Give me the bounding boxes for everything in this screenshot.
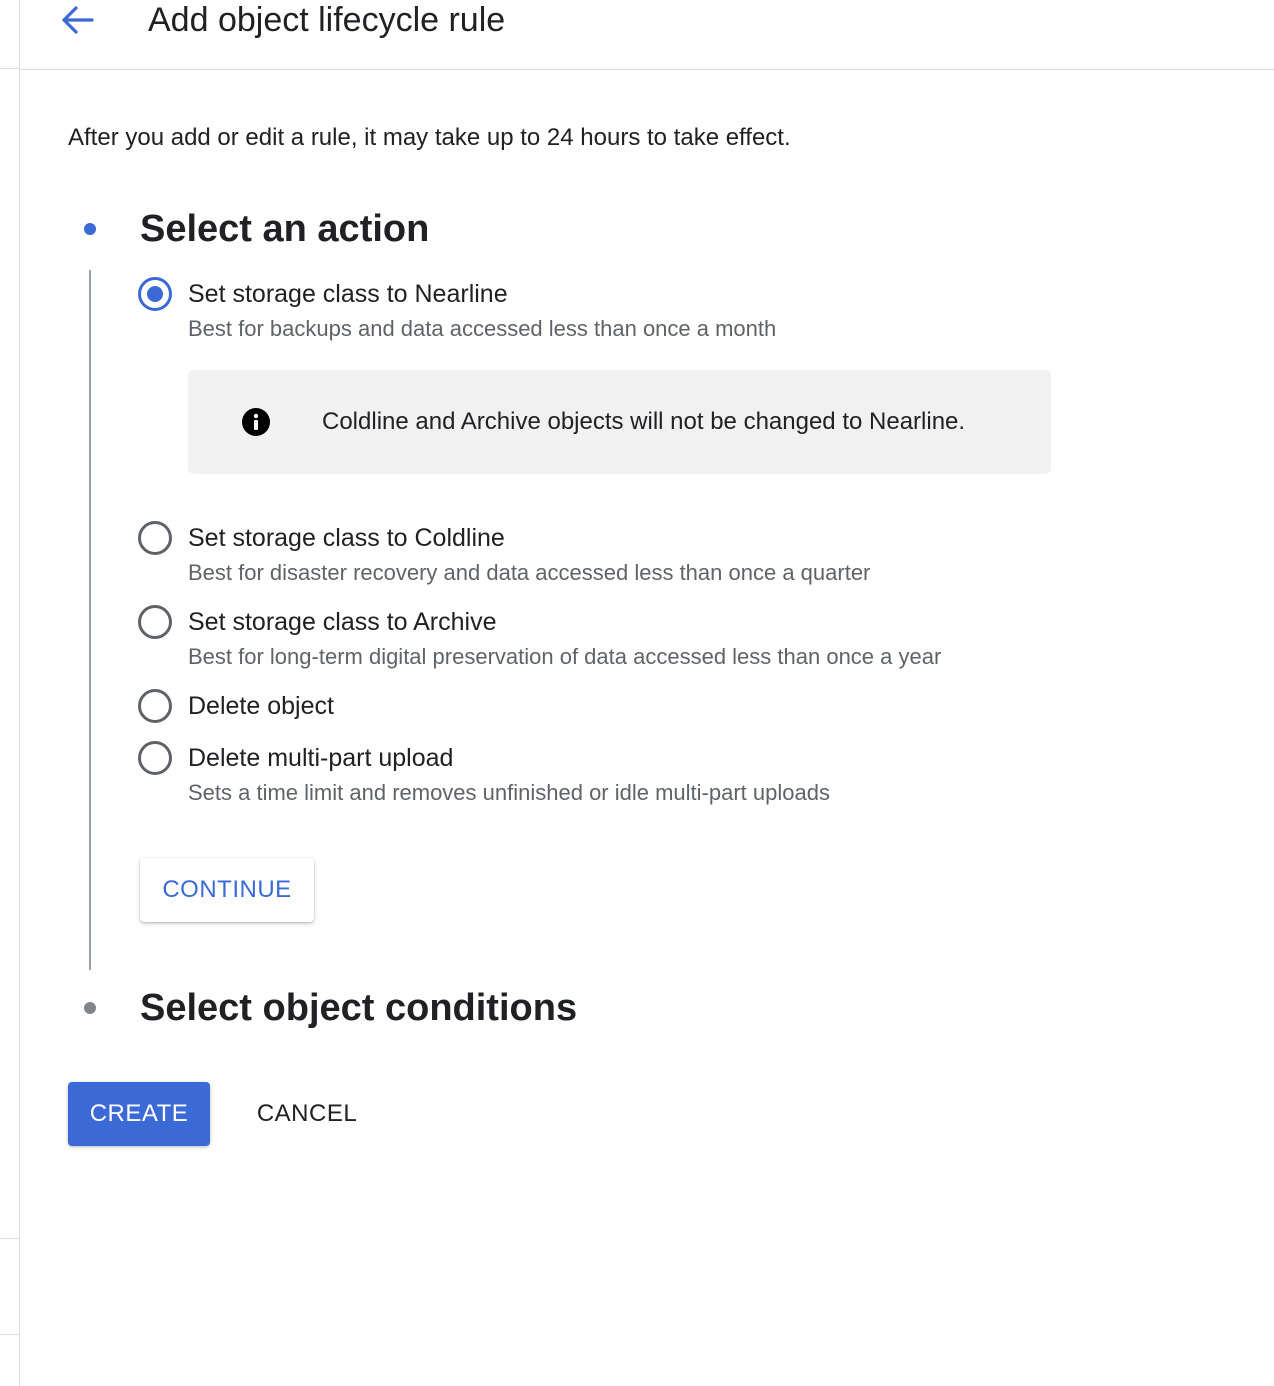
page-header: Add object lifecycle rule [20, 0, 1274, 70]
back-button[interactable] [56, 0, 98, 40]
radio-nearline[interactable] [138, 277, 172, 311]
option-description: Best for backups and data accessed less … [188, 316, 777, 341]
option-label: Set storage class to Archive [188, 608, 497, 636]
option-label: Set storage class to Nearline [188, 280, 508, 308]
step-indicator-inactive [84, 1002, 96, 1014]
option-description: Best for long-term digital preservation … [188, 644, 942, 669]
cancel-button[interactable]: CANCEL [234, 1082, 380, 1146]
propagation-notice: After you add or edit a rule, it may tak… [68, 124, 791, 151]
option-label: Delete multi-part upload [188, 744, 454, 772]
option-description: Sets a time limit and removes unfinished… [188, 780, 830, 805]
option-label: Delete object [188, 692, 334, 720]
rail-divider [0, 1238, 19, 1239]
option-description: Best for disaster recovery and data acce… [188, 560, 871, 585]
step-connector-line [89, 270, 91, 970]
radio-coldline[interactable] [138, 521, 172, 555]
arrow-left-icon [62, 6, 94, 34]
info-text: Coldline and Archive objects will not be… [322, 408, 966, 435]
rail-divider [0, 68, 19, 69]
left-rail [0, 0, 20, 1386]
step-indicator-active [84, 223, 96, 235]
step-title-select-action[interactable]: Select an action [140, 207, 429, 251]
info-icon [242, 408, 270, 436]
radio-archive[interactable] [138, 605, 172, 639]
info-callout: Coldline and Archive objects will not be… [188, 370, 1051, 474]
option-label: Set storage class to Coldline [188, 524, 505, 552]
create-button[interactable]: CREATE [68, 1082, 210, 1146]
rail-divider [0, 1334, 19, 1335]
radio-delete-multipart[interactable] [138, 741, 172, 775]
step-title-select-conditions[interactable]: Select object conditions [140, 986, 577, 1030]
page-title: Add object lifecycle rule [148, 1, 506, 39]
radio-delete-object[interactable] [138, 689, 172, 723]
continue-button[interactable]: CONTINUE [140, 858, 314, 922]
